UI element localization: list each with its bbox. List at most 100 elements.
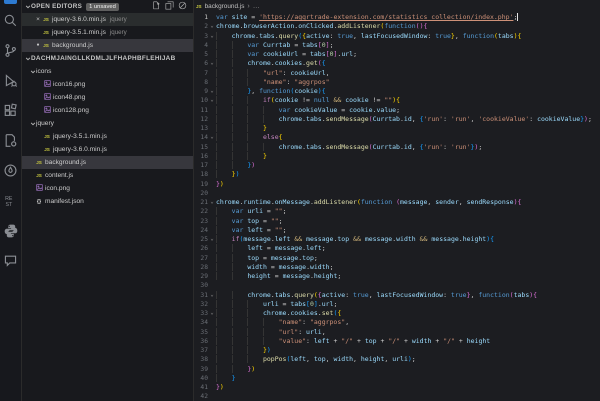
code-line[interactable]: 40 } <box>194 374 600 383</box>
code-line[interactable]: 8 "name": "aggrpos" <box>194 78 600 87</box>
code-line[interactable]: 33⌄ chrome.cookies.set({ <box>194 309 600 318</box>
code-line[interactable]: 30 <box>194 281 600 290</box>
fold-chevron-icon[interactable]: ⌄ <box>208 32 216 41</box>
code-line[interactable]: 23 var top = ""; <box>194 217 600 226</box>
breadcrumb[interactable]: JS background.js › … <box>194 0 600 13</box>
code-line[interactable]: 34 "name": "aggrpos", <box>194 318 600 327</box>
code-line[interactable]: 19}) <box>194 180 600 189</box>
code-line[interactable]: 35 "url": urli, <box>194 328 600 337</box>
partial-active-icon[interactable] <box>4 0 17 4</box>
tree-file-icon16.png[interactable]: icon16.png <box>22 78 193 91</box>
code-text: var left = ""; <box>216 226 287 235</box>
fold-chevron-icon[interactable]: ⌄ <box>208 87 216 96</box>
code-line[interactable]: 24 var left = ""; <box>194 226 600 235</box>
workspace-root-row[interactable]: DACHMJAINGLLKDMLJLFHAPHBFLEHIJAB <box>22 52 193 65</box>
line-number: 15 <box>194 143 208 152</box>
code-line[interactable]: 12 chrome.tabs.sendMessage(Currtab.id, {… <box>194 115 600 124</box>
file-name: jquery-3.5.1.min.js <box>52 29 106 36</box>
code-line[interactable]: 3⌄ chrome.tabs.query({active: true, last… <box>194 32 600 41</box>
code-line[interactable]: 41}) <box>194 383 600 392</box>
fold-spacer <box>208 226 216 235</box>
modified-dot-icon[interactable]: ● <box>34 39 42 52</box>
tree-folder-jquery[interactable]: jquery <box>22 117 193 130</box>
tree-file-icon.png[interactable]: icon.png <box>22 182 193 195</box>
code-line[interactable]: 37 }) <box>194 346 600 355</box>
fold-chevron-icon[interactable]: ⌄ <box>208 96 216 105</box>
tree-file-jquery-3.6.0.min.js[interactable]: JS jquery-3.6.0.min.js <box>22 143 193 156</box>
code-line[interactable]: 36 "value": left + "/" + top + "/" + wid… <box>194 337 600 346</box>
code-line[interactable]: 21⌄chrome.runtime.onMessage.addListener(… <box>194 198 600 207</box>
code-line[interactable]: 32 urli = tabs[0].url; <box>194 300 600 309</box>
fold-spacer <box>208 254 216 263</box>
code-line[interactable]: 16 } <box>194 152 600 161</box>
code-line[interactable]: 9⌄ }, function(cookie){ <box>194 87 600 96</box>
close-all-icon[interactable] <box>178 1 187 12</box>
code-line[interactable]: 15 chrome.tabs.sendMessage(Currtab.id, {… <box>194 143 600 152</box>
circle-drop-icon[interactable] <box>2 162 19 179</box>
fold-chevron-icon[interactable]: ⌄ <box>208 235 216 244</box>
code-line[interactable]: 38 popPos(left, top, width, height, urli… <box>194 355 600 364</box>
tree-file-icon128.png[interactable]: icon128.png <box>22 104 193 117</box>
new-file-icon[interactable] <box>152 1 161 12</box>
fold-chevron-icon[interactable]: ⌄ <box>208 59 216 68</box>
code-line[interactable]: 26 left = message.left; <box>194 244 600 253</box>
extensions-icon[interactable] <box>2 102 19 119</box>
code-line[interactable]: 18 }) <box>194 170 600 179</box>
code-text: var urli = ""; <box>216 207 287 216</box>
code-line[interactable]: 22 var urli = ""; <box>194 207 600 216</box>
open-editor-row[interactable]: ● JS background.js <box>22 39 193 52</box>
code-line[interactable]: 11 var cookieValue = cookie.value; <box>194 106 600 115</box>
open-editors-header[interactable]: OPEN EDITORS 1 unsaved <box>22 0 193 13</box>
text-cursor <box>517 13 518 21</box>
code-line[interactable]: 5 var cookieUrl = tabs[0].url; <box>194 50 600 59</box>
code-text: urli = tabs[0].url; <box>216 300 337 309</box>
tree-file-icon48.png[interactable]: icon48.png <box>22 91 193 104</box>
code-line[interactable]: 28 width = message.width; <box>194 263 600 272</box>
rest-icon[interactable]: REST <box>2 192 19 209</box>
code-line[interactable]: 13 } <box>194 124 600 133</box>
code-text: } <box>216 152 267 161</box>
code-editor[interactable]: JS background.js › … 1var site = 'https:… <box>194 0 600 401</box>
code-line[interactable]: 39 }) <box>194 365 600 374</box>
fold-chevron-icon[interactable]: ⌄ <box>208 133 216 142</box>
fold-chevron-icon[interactable]: ⌄ <box>208 291 216 300</box>
run-debug-icon[interactable] <box>2 72 19 89</box>
line-number: 10 <box>194 96 208 105</box>
code-line[interactable]: 20 <box>194 189 600 198</box>
code-line[interactable]: 14⌄ else{ <box>194 133 600 142</box>
tree-file-content.js[interactable]: JS content.js <box>22 169 193 182</box>
code-text: var top = ""; <box>216 217 283 226</box>
tree-file-background.js[interactable]: JS background.js <box>22 156 193 169</box>
code-area[interactable]: 1var site = 'https://aggrtrade-extension… <box>194 13 600 401</box>
code-line[interactable]: 7 "url": cookieUrl, <box>194 69 600 78</box>
close-editor-icon[interactable]: × <box>34 13 42 26</box>
fold-chevron-icon[interactable]: ⌄ <box>208 309 216 318</box>
fold-chevron-icon[interactable]: ⌄ <box>208 22 216 31</box>
python-icon[interactable] <box>2 222 19 239</box>
code-text: else{ <box>216 133 283 142</box>
tree-folder-icons[interactable]: icons <box>22 65 193 78</box>
save-all-icon[interactable] <box>165 1 174 12</box>
tree-file-manifest.json[interactable]: {} manifest.json <box>22 195 193 208</box>
tree-file-jquery-3.5.1.min.js[interactable]: JS jquery-3.5.1.min.js <box>22 130 193 143</box>
code-line[interactable]: 10⌄ if(cookie != null && cookie != ""){ <box>194 96 600 105</box>
fold-spacer <box>208 170 216 179</box>
chat-icon[interactable] <box>2 252 19 269</box>
code-line[interactable]: 4 var Currtab = tabs[0]; <box>194 41 600 50</box>
file-gear-icon[interactable] <box>2 132 19 149</box>
code-line[interactable]: 17 }) <box>194 161 600 170</box>
open-editor-row[interactable]: JS jquery-3.5.1.min.js jquery <box>22 26 193 39</box>
code-line[interactable]: 42 <box>194 392 600 401</box>
code-line[interactable]: 6⌄ chrome.cookies.get({ <box>194 59 600 68</box>
code-line[interactable]: 25⌄ if(message.left && message.top && me… <box>194 235 600 244</box>
open-editor-row[interactable]: × JS jquery-3.6.0.min.js jquery <box>22 13 193 26</box>
code-line[interactable]: 27 top = message.top; <box>194 254 600 263</box>
code-line[interactable]: 1var site = 'https://aggrtrade-extension… <box>194 13 600 22</box>
fold-spacer <box>208 355 216 364</box>
code-line[interactable]: 29 height = message.height; <box>194 272 600 281</box>
code-line[interactable]: 31⌄ chrome.tabs.query({active: true, las… <box>194 291 600 300</box>
source-control-icon[interactable] <box>2 42 19 59</box>
search-icon[interactable] <box>2 12 19 29</box>
fold-chevron-icon[interactable]: ⌄ <box>208 198 216 207</box>
code-line[interactable]: 2⌄chrome.browserAction.onClicked.addList… <box>194 22 600 31</box>
